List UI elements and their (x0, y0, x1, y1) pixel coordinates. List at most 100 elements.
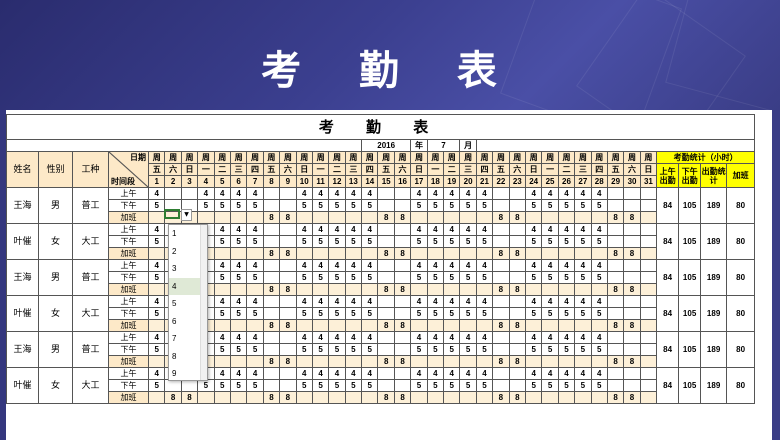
day-cell[interactable]: 5 (574, 199, 592, 212)
day-cell[interactable]: 4 (328, 331, 346, 344)
day-cell[interactable] (295, 391, 313, 404)
employee-job[interactable]: 普工 (72, 187, 109, 224)
day-cell[interactable]: 5 (295, 199, 313, 212)
day-cell[interactable]: 4 (344, 259, 363, 272)
day-cell[interactable]: 4 (590, 295, 608, 308)
day-cell[interactable] (606, 223, 625, 236)
day-cell[interactable] (606, 331, 625, 344)
day-cell[interactable]: 8 (279, 247, 297, 260)
day-cell[interactable]: 4 (229, 223, 248, 236)
day-cell[interactable]: 8 (377, 319, 395, 332)
day-cell[interactable]: 4 (557, 367, 576, 380)
day-cell[interactable] (639, 235, 658, 248)
day-cell[interactable] (623, 235, 641, 248)
day-cell[interactable] (606, 187, 625, 200)
day-cell[interactable]: 5 (475, 199, 494, 212)
day-cell[interactable] (541, 283, 559, 296)
day-cell[interactable]: 8 (623, 355, 641, 368)
day-cell[interactable]: 8 (262, 355, 281, 368)
day-cell[interactable]: 5 (328, 199, 346, 212)
day-cell[interactable]: 4 (229, 295, 248, 308)
day-cell[interactable] (508, 235, 526, 248)
day-cell[interactable]: 5 (590, 235, 608, 248)
day-cell[interactable]: 4 (475, 259, 494, 272)
day-cell[interactable] (361, 247, 379, 260)
day-cell[interactable] (147, 283, 166, 296)
day-cell[interactable]: 5 (590, 343, 608, 356)
day-cell[interactable] (475, 247, 494, 260)
day-cell[interactable]: 8 (508, 355, 526, 368)
day-cell[interactable] (459, 283, 477, 296)
day-cell[interactable] (197, 391, 215, 404)
day-cell[interactable] (639, 259, 658, 272)
day-cell[interactable]: 5 (344, 199, 363, 212)
day-cell[interactable] (361, 355, 379, 368)
day-cell[interactable] (557, 211, 576, 224)
day-cell[interactable] (213, 247, 231, 260)
day-cell[interactable]: 5 (475, 379, 494, 392)
day-cell[interactable] (213, 355, 231, 368)
day-cell[interactable] (623, 199, 641, 212)
day-cell[interactable]: 5 (229, 343, 248, 356)
day-cell[interactable]: 8 (279, 391, 297, 404)
day-cell[interactable] (246, 283, 264, 296)
day-cell[interactable]: 5 (557, 235, 576, 248)
day-cell[interactable] (459, 319, 477, 332)
day-cell[interactable]: 5 (426, 379, 445, 392)
day-cell[interactable] (279, 259, 297, 272)
day-cell[interactable]: 5 (246, 343, 264, 356)
day-cell[interactable]: 8 (623, 391, 641, 404)
day-cell[interactable]: 5 (410, 343, 428, 356)
day-cell[interactable]: 8 (492, 391, 510, 404)
day-cell[interactable]: 8 (279, 319, 297, 332)
day-cell[interactable] (377, 271, 395, 284)
day-cell[interactable]: 4 (361, 223, 379, 236)
day-cell[interactable]: 5 (229, 199, 248, 212)
day-cell[interactable] (557, 247, 576, 260)
day-cell[interactable] (311, 319, 330, 332)
day-cell[interactable] (295, 211, 313, 224)
day-cell[interactable]: 4 (344, 223, 363, 236)
day-cell[interactable]: 4 (344, 295, 363, 308)
day-cell[interactable] (557, 355, 576, 368)
day-cell[interactable]: 4 (213, 259, 231, 272)
day-cell[interactable] (262, 379, 281, 392)
day-cell[interactable]: 5 (590, 199, 608, 212)
day-cell[interactable]: 4 (541, 367, 559, 380)
day-cell[interactable]: 4 (197, 187, 215, 200)
day-cell[interactable] (393, 199, 412, 212)
day-cell[interactable] (410, 391, 428, 404)
day-cell[interactable]: 5 (328, 379, 346, 392)
day-cell[interactable] (443, 211, 461, 224)
day-cell[interactable] (377, 235, 395, 248)
day-cell[interactable]: 4 (426, 367, 445, 380)
day-cell[interactable]: 4 (541, 259, 559, 272)
day-cell[interactable]: 4 (410, 259, 428, 272)
day-cell[interactable] (328, 391, 346, 404)
day-cell[interactable]: 4 (574, 223, 592, 236)
day-cell[interactable] (524, 355, 543, 368)
day-cell[interactable]: 5 (426, 343, 445, 356)
day-cell[interactable] (229, 283, 248, 296)
day-cell[interactable]: 5 (213, 343, 231, 356)
employee-name[interactable]: 叶催 (6, 223, 39, 260)
day-cell[interactable] (639, 187, 658, 200)
day-cell[interactable] (393, 223, 412, 236)
day-cell[interactable]: 8 (623, 247, 641, 260)
day-cell[interactable]: 4 (213, 223, 231, 236)
day-cell[interactable]: 4 (229, 259, 248, 272)
day-cell[interactable] (541, 247, 559, 260)
day-cell[interactable] (606, 307, 625, 320)
day-cell[interactable]: 4 (524, 367, 543, 380)
day-cell[interactable]: 4 (295, 187, 313, 200)
day-cell[interactable]: 4 (361, 295, 379, 308)
day-cell[interactable] (606, 199, 625, 212)
day-cell[interactable]: 5 (295, 343, 313, 356)
day-cell[interactable] (590, 355, 608, 368)
day-cell[interactable]: 4 (213, 367, 231, 380)
day-cell[interactable] (639, 211, 658, 224)
day-cell[interactable]: 4 (344, 331, 363, 344)
day-cell[interactable] (279, 223, 297, 236)
day-cell[interactable]: 4 (574, 259, 592, 272)
day-cell[interactable]: 8 (508, 391, 526, 404)
